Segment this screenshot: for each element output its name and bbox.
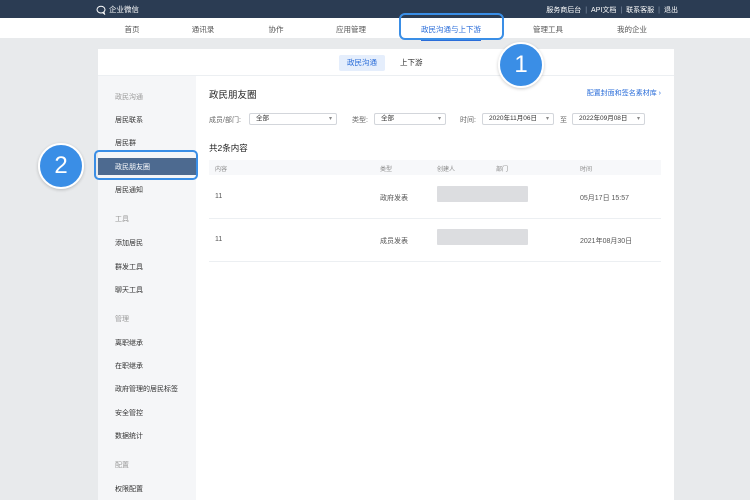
member-select-value: 全部 [256,115,269,122]
sidebar-group-tools: 工具 [115,216,129,223]
subtab-upstream-downstream[interactable]: 上下游 [392,55,431,71]
nav-my-enterprise[interactable]: 我的企业 [617,24,647,35]
top-links: 服务商后台 | API文档 | 联系客服 | 退出 [546,5,678,15]
chevron-down-icon: ▾ [636,116,640,122]
sidebar-group-management: 管理 [115,316,129,323]
divider: | [620,6,623,14]
member-select[interactable]: 全部 ▾ [249,113,337,125]
cell-time: 2021年08月30日 [580,238,633,245]
divider: | [585,6,588,14]
service-backend-link[interactable]: 服务商后台 [546,5,581,15]
date-range-separator: 至 [560,117,567,124]
subtab-citizen-communication[interactable]: 政民沟通 [339,55,385,71]
sidebar-item-mass-messaging[interactable]: 群发工具 [115,262,143,272]
contact-support-link[interactable]: 联系客服 [626,5,654,15]
cell-content: 11 [215,193,223,200]
sidebar-item-resignation-inheritance[interactable]: 离职继承 [115,338,143,348]
wecom-logo-icon [96,5,106,15]
sidebar-item-security-control[interactable]: 安全管控 [115,408,143,418]
redacted-creator-department [437,186,528,202]
sidebar-group-configuration: 配置 [115,462,129,469]
logo-text: 企业微信 [109,5,139,14]
type-select-value: 全部 [381,115,394,122]
table-header: 内容 类型 创建人 部门 时间 [209,160,661,175]
sidebar-item-permission-config[interactable]: 权限配置 [115,484,143,494]
logo[interactable]: 企业微信 [96,4,139,15]
col-header-content: 内容 [215,167,228,173]
table-row[interactable]: 11 成员发表 2021年08月30日 [209,219,661,262]
main-nav: 首页 通讯录 协作 应用管理 政民沟通与上下游 管理工具 我的企业 [0,18,750,41]
nav-app-management[interactable]: 应用管理 [336,24,366,35]
sub-tabs: 政民沟通 上下游 [98,49,674,76]
api-docs-link[interactable]: API文档 [591,5,616,15]
sidebar-item-chat-tools[interactable]: 聊天工具 [115,285,143,295]
chevron-down-icon: ▾ [545,116,549,122]
end-date-value: 2022年09月08日 [579,115,628,122]
table-row[interactable]: 11 政府发表 05月17日 15:57 [209,176,661,219]
content-area: 政民朋友圈 配置封面和签名素材库 › 成员/部门: 类型: 时间: 至 [209,76,674,500]
highlight-box-sidebar [94,150,198,180]
cell-type: 政府发表 [380,195,408,202]
sidebar-item-resident-tags[interactable]: 政府管理的居民标签 [115,384,178,394]
divider: | [658,6,660,14]
top-bar: 企业微信 服务商后台 | API文档 | 联系客服 | 退出 [0,0,750,18]
highlight-box-nav [399,13,504,40]
redacted-creator-department [437,229,528,245]
type-select[interactable]: 全部 ▾ [374,113,446,125]
col-header-time: 时间 [580,167,593,173]
time-filter-label: 时间: [460,117,476,124]
nav-contacts[interactable]: 通讯录 [192,24,215,35]
sidebar: 政民沟通 居民联系 居民群 政民朋友圈 居民通知 工具 添加居民 群发工具 聊天… [98,76,196,500]
step-badge-1: 1 [498,42,544,88]
nav-management-tools[interactable]: 管理工具 [533,24,563,35]
logout-link[interactable]: 退出 [664,5,678,15]
result-count: 共2条内容 [209,143,248,153]
chevron-down-icon: ▾ [328,116,332,122]
page-title: 政民朋友圈 [209,90,257,101]
sidebar-item-data-statistics[interactable]: 数据统计 [115,431,143,441]
type-filter-label: 类型: [352,117,368,124]
nav-collaboration[interactable]: 协作 [269,24,284,35]
col-header-creator: 创建人 [437,167,456,173]
cell-type: 成员发表 [380,238,408,245]
nav-home[interactable]: 首页 [125,24,140,35]
cell-content: 11 [215,236,223,243]
sidebar-item-resident-groups[interactable]: 居民群 [115,138,136,148]
cell-time: 05月17日 15:57 [580,195,630,202]
sidebar-item-add-residents[interactable]: 添加居民 [115,238,143,248]
chevron-down-icon: ▾ [437,116,441,122]
step-badge-2: 2 [38,143,84,189]
start-date-value: 2020年11月06日 [489,115,537,122]
config-cover-signature-link[interactable]: 配置封面和签名素材库 › [587,88,661,98]
sidebar-group-citizen-communication: 政民沟通 [115,94,143,101]
member-filter-label: 成员/部门: [209,117,241,124]
sidebar-item-active-inheritance[interactable]: 在职继承 [115,361,143,371]
col-header-type: 类型 [380,167,393,173]
col-header-department: 部门 [496,167,509,173]
sidebar-item-resident-notices[interactable]: 居民通知 [115,185,143,195]
end-date-picker[interactable]: 2022年09月08日 ▾ [572,113,645,125]
start-date-picker[interactable]: 2020年11月06日 ▾ [482,113,554,125]
sidebar-item-resident-contacts[interactable]: 居民联系 [115,115,143,125]
